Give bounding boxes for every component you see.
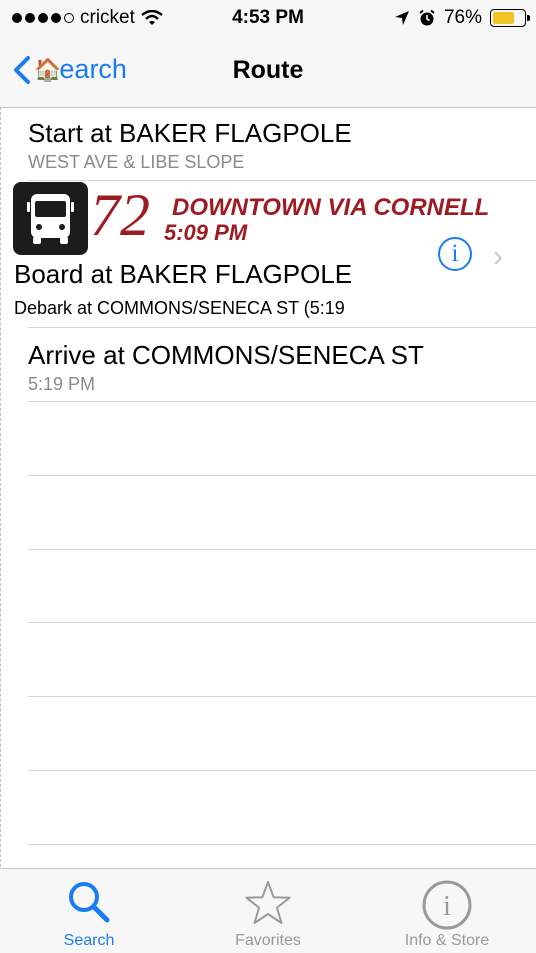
arrive-time: 5:19 PM [28, 374, 96, 394]
svg-text:i: i [443, 891, 451, 922]
board-text: Board at BAKER FLAGPOLE [14, 259, 353, 289]
tab-favorites-label: Favorites [235, 932, 301, 949]
tab-info-store-label: Info & Store [404, 932, 490, 949]
arrive-title: Arrive at COMMONS/SENECA ST [28, 340, 424, 370]
page-title: Route [232, 56, 304, 84]
tab-search-label: Search [63, 932, 115, 949]
battery-icon [490, 9, 530, 27]
tab-search[interactable]: Search [0, 869, 178, 953]
empty-row-divider [28, 475, 536, 476]
row-divider [28, 327, 536, 328]
navigation-bar: 🏠 earch Route [0, 36, 536, 108]
bus-icon [13, 182, 88, 255]
row-divider [28, 180, 536, 181]
start-subtitle: WEST AVE & LIBE SLOPE [28, 152, 245, 172]
empty-row-divider [28, 622, 536, 623]
debark-text: Debark at COMMONS/SENECA ST (5:19 [14, 298, 345, 318]
tab-info-store[interactable]: i Info & Store [358, 869, 536, 953]
route-number: 72 [90, 182, 150, 248]
search-icon [69, 882, 110, 923]
empty-row-divider [28, 844, 536, 845]
empty-row-divider [28, 770, 536, 771]
alarm-clock-icon [419, 9, 435, 26]
left-edge-dashed-border [0, 107, 1, 867]
route-info-button[interactable]: i [438, 237, 472, 271]
chevron-right-icon: › [493, 240, 503, 273]
location-arrow-icon [394, 11, 409, 25]
status-bar: cricket 4:53 PM 76% [0, 0, 536, 36]
row-divider [28, 401, 536, 402]
route-name: DOWNTOWN VIA CORNELL [172, 194, 490, 221]
tab-favorites[interactable]: Favorites [179, 869, 357, 953]
status-right-group: 76% [394, 7, 530, 29]
start-title: Start at BAKER FLAGPOLE [28, 118, 352, 148]
battery-percent: 76% [443, 7, 482, 28]
empty-row-divider [28, 549, 536, 550]
star-icon [245, 881, 291, 924]
route-departure-time: 5:09 PM [164, 220, 248, 245]
empty-row-divider [28, 696, 536, 697]
tab-bar: Search Favorites i Info & Store [0, 868, 536, 953]
info-icon: i [422, 880, 472, 930]
